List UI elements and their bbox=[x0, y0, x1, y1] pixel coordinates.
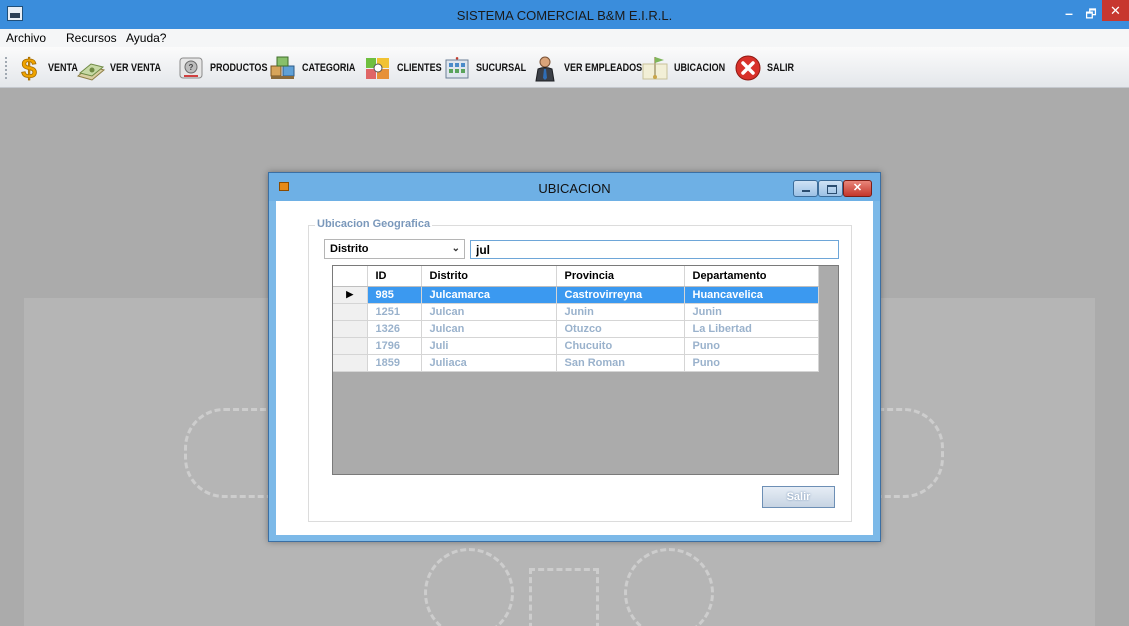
products-icon: ? bbox=[176, 54, 206, 82]
toolbar-salir-button[interactable]: SALIR bbox=[733, 54, 800, 82]
column-header-provincia[interactable]: Provincia bbox=[556, 266, 685, 287]
search-input[interactable] bbox=[470, 240, 839, 259]
toolbar-categoria-label: CATEGORIA bbox=[302, 62, 356, 74]
cell-provincia[interactable]: Junin bbox=[556, 303, 685, 321]
filter-field-value: Distrito bbox=[330, 243, 369, 255]
toolbar-ver-venta-label: VER VENTA bbox=[110, 62, 161, 74]
toolbar-productos-label: PRODUCTOS bbox=[210, 62, 268, 74]
category-icon bbox=[268, 54, 298, 82]
column-header-id[interactable]: ID bbox=[367, 266, 422, 287]
ubicacion-title-bar[interactable]: UBICACION bbox=[269, 173, 880, 201]
toolbar-ubicacion-button[interactable]: UBICACION bbox=[640, 54, 736, 82]
money-icon bbox=[76, 54, 106, 82]
cell-distrito[interactable]: Julcan bbox=[421, 303, 557, 321]
cell-provincia[interactable]: Otuzco bbox=[556, 320, 685, 338]
window-title: SISTEMA COMERCIAL B&M E.I.R.L. bbox=[456, 8, 673, 23]
chevron-down-icon[interactable]: ⌄ bbox=[452, 243, 460, 254]
cell-departamento[interactable]: La Libertad bbox=[684, 320, 819, 338]
maximize-button[interactable]: 🗗 bbox=[1080, 4, 1102, 24]
groupbox-label: Ubicacion Geografica bbox=[315, 218, 433, 230]
toolbar-sucursal-label: SUCURSAL bbox=[476, 62, 527, 74]
row-selector[interactable] bbox=[333, 354, 368, 372]
exit-icon bbox=[733, 54, 763, 82]
toolbar-ver-venta-button[interactable]: VER VENTA bbox=[76, 54, 172, 82]
cell-distrito[interactable]: Julcan bbox=[421, 320, 557, 338]
column-header-departamento[interactable]: Departamento bbox=[684, 266, 819, 287]
clients-icon bbox=[363, 54, 393, 82]
menu-archivo[interactable]: Archivo bbox=[6, 31, 46, 45]
location-icon bbox=[640, 54, 670, 82]
menu-ayuda[interactable]: Ayuda? bbox=[126, 31, 166, 45]
row-selector[interactable] bbox=[333, 303, 368, 321]
row-selector[interactable] bbox=[333, 337, 368, 355]
cell-provincia[interactable]: San Roman bbox=[556, 354, 685, 372]
toolbar-venta-button[interactable]: $ VENTA bbox=[14, 53, 84, 85]
dollar-icon: $ bbox=[14, 53, 44, 85]
cell-distrito[interactable]: Juliaca bbox=[421, 354, 557, 372]
cell-departamento[interactable]: Junin bbox=[684, 303, 819, 321]
table-row[interactable]: 1796 Juli Chucuito Puno bbox=[333, 337, 819, 355]
cell-id[interactable]: 1251 bbox=[367, 303, 422, 321]
ubicacion-minimize-button[interactable] bbox=[793, 180, 818, 197]
toolbar-categoria-button[interactable]: CATEGORIA bbox=[268, 54, 367, 82]
cell-departamento[interactable]: Puno bbox=[684, 354, 819, 372]
svg-text:?: ? bbox=[189, 63, 194, 72]
toolbar-ver-empleados-label: VER EMPLEADOS bbox=[564, 62, 643, 74]
cell-distrito[interactable]: Julcamarca bbox=[421, 286, 557, 304]
cell-departamento[interactable]: Huancavelica bbox=[684, 286, 819, 304]
table-row[interactable]: 1326 Julcan Otuzco La Libertad bbox=[333, 320, 819, 338]
ubicacion-title: UBICACION bbox=[538, 181, 611, 196]
row-header-corner bbox=[333, 266, 368, 287]
table-row[interactable]: 1251 Julcan Junin Junin bbox=[333, 303, 819, 321]
ubicacion-maximize-button[interactable] bbox=[818, 180, 843, 197]
ubicacion-close-button[interactable] bbox=[843, 180, 872, 197]
table-row-selected[interactable]: ▶ 985 Julcamarca Castrovirreyna Huancave… bbox=[333, 286, 819, 304]
cell-provincia[interactable]: Chucuito bbox=[556, 337, 685, 355]
salir-button[interactable]: Salir bbox=[762, 486, 835, 508]
grid-header-row: ID Distrito Provincia Departamento bbox=[333, 266, 819, 287]
menu-recursos[interactable]: Recursos bbox=[66, 31, 117, 45]
ubicacion-data-grid[interactable]: ID Distrito Provincia Departamento ▶ 985… bbox=[332, 265, 839, 475]
row-selector-icon[interactable]: ▶ bbox=[333, 286, 368, 304]
ubicacion-window: UBICACION Ubicacion Geografica Distrito … bbox=[268, 172, 881, 542]
cell-id[interactable]: 1859 bbox=[367, 354, 422, 372]
cell-departamento[interactable]: Puno bbox=[684, 337, 819, 355]
close-button[interactable]: ✕ bbox=[1102, 0, 1129, 21]
toolbar-clientes-button[interactable]: CLIENTES bbox=[363, 54, 451, 82]
column-header-distrito[interactable]: Distrito bbox=[421, 266, 557, 287]
menu-bar: Archivo Recursos Ayuda? bbox=[0, 29, 1129, 47]
cell-id[interactable]: 1796 bbox=[367, 337, 422, 355]
cell-distrito[interactable]: Juli bbox=[421, 337, 557, 355]
filter-field-select[interactable]: Distrito ⌄ bbox=[324, 239, 465, 259]
toolbar-clientes-label: CLIENTES bbox=[397, 62, 442, 74]
cell-id[interactable]: 1326 bbox=[367, 320, 422, 338]
ubicacion-client-area: Ubicacion Geografica Distrito ⌄ ID Distr… bbox=[276, 201, 873, 535]
minimize-button[interactable]: – bbox=[1058, 4, 1080, 24]
toolbar-salir-label: SALIR bbox=[767, 62, 795, 74]
toolbar-venta-label: VENTA bbox=[48, 62, 78, 74]
toolbar: $ VENTA VER VENTA ? PRODUCTOS CATEGORIA … bbox=[0, 47, 1129, 88]
toolbar-grip[interactable] bbox=[4, 56, 8, 80]
table-row[interactable]: 1859 Juliaca San Roman Puno bbox=[333, 354, 819, 372]
employee-icon bbox=[530, 54, 560, 82]
cell-provincia[interactable]: Castrovirreyna bbox=[556, 286, 685, 304]
svg-text:$: $ bbox=[21, 54, 37, 82]
toolbar-sucursal-button[interactable]: ● SUCURSAL bbox=[442, 54, 537, 82]
branch-icon: ● bbox=[442, 54, 472, 82]
toolbar-ubicacion-label: UBICACION bbox=[674, 62, 726, 74]
toolbar-productos-button[interactable]: ? PRODUCTOS bbox=[176, 54, 280, 82]
cell-id[interactable]: 985 bbox=[367, 286, 422, 304]
main-title-bar: SISTEMA COMERCIAL B&M E.I.R.L. – 🗗 ✕ bbox=[0, 0, 1129, 29]
row-selector[interactable] bbox=[333, 320, 368, 338]
svg-text:●: ● bbox=[455, 56, 459, 62]
